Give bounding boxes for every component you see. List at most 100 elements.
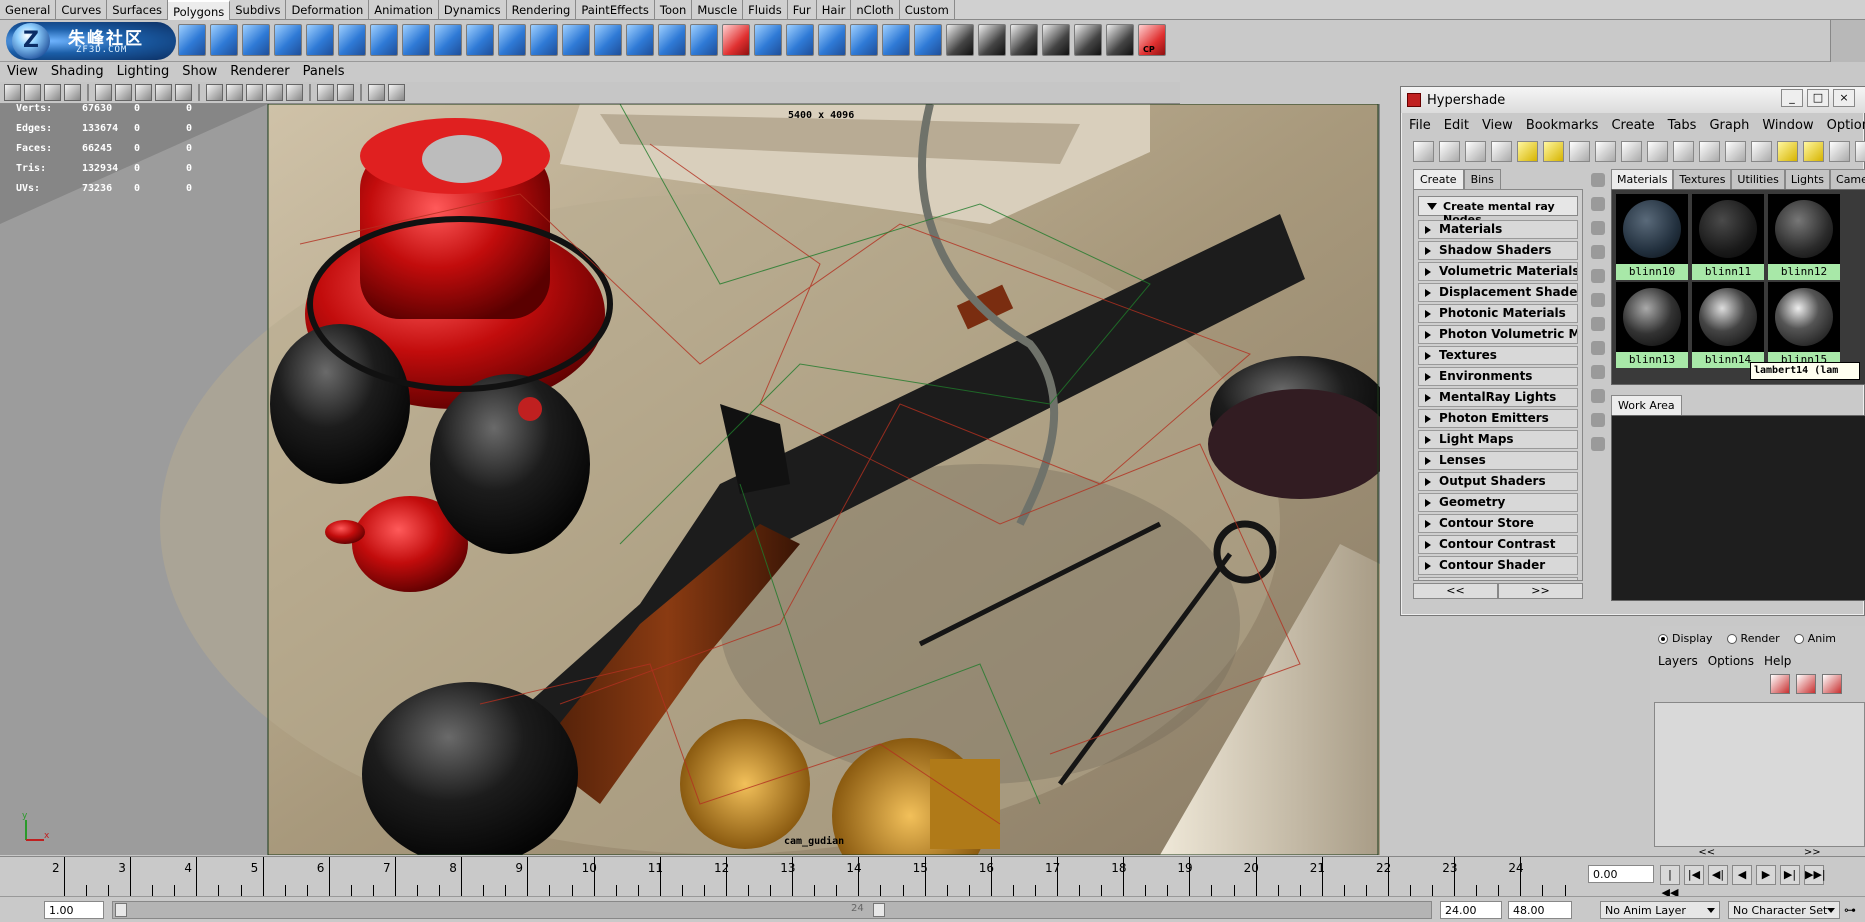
bevel-icon[interactable]	[818, 24, 846, 56]
key-icon[interactable]: ⊶	[1844, 903, 1862, 917]
step-back-key-button[interactable]: |◀	[1684, 865, 1704, 885]
image-plane-icon[interactable]	[64, 84, 81, 101]
new-layer-icon[interactable]	[1770, 674, 1790, 694]
hypershade-menu-tabs[interactable]: Tabs	[1660, 116, 1702, 136]
cut-faces-icon[interactable]	[1074, 24, 1102, 56]
category-contour-store[interactable]: Contour Store	[1418, 514, 1578, 533]
select-camera-icon[interactable]	[4, 84, 21, 101]
material-swatch-blinn13[interactable]: blinn13	[1616, 282, 1688, 368]
shelf-tab-fur[interactable]: Fur	[788, 0, 817, 20]
material-tab-materials[interactable]: Materials	[1611, 169, 1674, 189]
side-tool-icon[interactable]	[1591, 317, 1605, 331]
side-tool-icon[interactable]	[1591, 269, 1605, 283]
viewport-menu-renderer[interactable]: Renderer	[223, 62, 295, 82]
side-tool-icon[interactable]	[1591, 365, 1605, 379]
radio-button[interactable]	[1793, 633, 1804, 644]
viewport-menu-shading[interactable]: Shading	[44, 62, 110, 82]
anim-layer-dropdown[interactable]: No Anim Layer	[1600, 901, 1720, 919]
create-mental-ray-dropdown[interactable]: Create mental ray Nodes	[1418, 196, 1578, 226]
pipe-icon[interactable]	[434, 24, 462, 56]
category-shadow-shaders[interactable]: Shadow Shaders	[1418, 241, 1578, 260]
category-contour-shader[interactable]: Contour Shader	[1418, 556, 1578, 575]
anim-end-field[interactable]: 48.00	[1508, 901, 1572, 919]
shelf-tab-painteffects[interactable]: PaintEffects	[576, 0, 655, 20]
current-frame-field[interactable]: 0.00	[1588, 865, 1654, 883]
shelf-tab-polygons[interactable]: Polygons	[168, 0, 231, 20]
category-light-maps[interactable]: Light Maps	[1418, 430, 1578, 449]
material-swatch-blinn10[interactable]: blinn10	[1616, 194, 1688, 280]
split-icon[interactable]	[946, 24, 974, 56]
side-tool-icon[interactable]	[1591, 389, 1605, 403]
cone-icon[interactable]	[274, 24, 302, 56]
textured-icon[interactable]	[246, 84, 263, 101]
category-materials[interactable]: Materials	[1418, 220, 1578, 239]
close-button[interactable]: ×	[1833, 89, 1855, 107]
safe-title-icon[interactable]	[175, 84, 192, 101]
cylinder-icon[interactable]	[242, 24, 270, 56]
step-forward-frame-button[interactable]: ▶|	[1780, 865, 1800, 885]
shelf-tab-toon[interactable]: Toon	[655, 0, 693, 20]
hypershade-menu-view[interactable]: View	[1474, 116, 1518, 136]
hypershade-menu-window[interactable]: Window	[1754, 116, 1818, 136]
minimize-button[interactable]: _	[1781, 89, 1803, 107]
category-mentalray-lights[interactable]: MentalRay Lights	[1418, 388, 1578, 407]
material-tab-lights[interactable]: Lights	[1784, 169, 1831, 189]
hypershade-menu-options[interactable]: Options	[1819, 116, 1865, 136]
viewport[interactable]: Verts: 67630 0 0 Edges: 133674 0 0 Faces: 66245 0 0…	[0, 104, 1380, 855]
layer-options-icon[interactable]	[1822, 674, 1842, 694]
layer-menu-layers[interactable]: Layers	[1658, 654, 1698, 668]
side-tool-icon[interactable]	[1591, 437, 1605, 451]
range-start-field[interactable]: 1.00	[44, 901, 104, 919]
category-photon-emitters[interactable]: Photon Emitters	[1418, 409, 1578, 428]
shelf-tab-deformation[interactable]: Deformation	[286, 0, 370, 20]
material-tab-utilities[interactable]: Utilities	[1731, 169, 1785, 189]
extract-icon[interactable]	[626, 24, 654, 56]
graph-materials-icon[interactable]	[1413, 141, 1434, 162]
separate-icon[interactable]	[594, 24, 622, 56]
offset-loop-icon[interactable]	[1010, 24, 1038, 56]
viewport-menu-lighting[interactable]: Lighting	[110, 62, 176, 82]
grid-icon[interactable]	[95, 84, 112, 101]
shelf-tab-ncloth[interactable]: nCloth	[851, 0, 900, 20]
layer-menu-help[interactable]: Help	[1764, 654, 1791, 668]
wireframe-icon[interactable]	[206, 84, 223, 101]
category-photonic-materials[interactable]: Photonic Materials	[1418, 304, 1578, 323]
lights-icon[interactable]	[266, 84, 283, 101]
play-backward-button[interactable]: ◀	[1732, 865, 1752, 885]
resolution-gate-icon[interactable]	[135, 84, 152, 101]
torus-icon[interactable]	[338, 24, 366, 56]
hypershade-menu-graph[interactable]: Graph	[1701, 116, 1754, 136]
character-set-dropdown[interactable]: No Character Set	[1728, 901, 1840, 919]
new-layer-selected-icon[interactable]	[1796, 674, 1816, 694]
boolean-union-icon[interactable]	[690, 24, 718, 56]
boolean-difference-icon[interactable]	[722, 24, 750, 56]
material-tab-camer[interactable]: Camer	[1830, 169, 1865, 189]
back-arrow-icon[interactable]	[1517, 141, 1538, 162]
output-connections-icon[interactable]	[1673, 141, 1694, 162]
category-volumetric-materials[interactable]: Volumetric Materials	[1418, 262, 1578, 281]
input-output-icon[interactable]	[1699, 141, 1720, 162]
shelf-tab-curves[interactable]: Curves	[56, 0, 108, 20]
graph-upstream-icon[interactable]	[1595, 141, 1616, 162]
side-tool-icon[interactable]	[1591, 197, 1605, 211]
rearrange-icon[interactable]	[1725, 141, 1746, 162]
combine-icon[interactable]	[562, 24, 590, 56]
material-swatch-blinn12[interactable]: blinn12	[1768, 194, 1840, 280]
platonic-icon[interactable]	[530, 24, 558, 56]
prism-icon[interactable]	[370, 24, 398, 56]
material-tab-textures[interactable]: Textures	[1673, 169, 1732, 189]
shelf-tab-animation[interactable]: Animation	[369, 0, 439, 20]
time-ruler[interactable]: 2 3 4 5 6 7 8 9 10 11 12 13 14 15 16 17 18 19 20 21 22 23 24	[0, 857, 1580, 897]
material-swatch-blinn14[interactable]: blinn14	[1692, 282, 1764, 368]
smooth-shade-icon[interactable]	[226, 84, 243, 101]
work-area-canvas[interactable]	[1611, 415, 1865, 601]
hypershade-titlebar[interactable]: Hypershade _ □ ×	[1401, 87, 1865, 113]
viewport-menu-panels[interactable]: Panels	[296, 62, 351, 82]
layer-radio-display[interactable]: Display	[1658, 632, 1713, 645]
shelf-tab-general[interactable]: General	[0, 0, 57, 20]
shadows-icon[interactable]	[286, 84, 303, 101]
mirror-icon[interactable]	[786, 24, 814, 56]
create-prev-button[interactable]: <<	[1413, 583, 1498, 599]
bottom-tabs-only-icon[interactable]	[1465, 141, 1486, 162]
go-to-end-button[interactable]: ▶▶|	[1804, 865, 1826, 885]
